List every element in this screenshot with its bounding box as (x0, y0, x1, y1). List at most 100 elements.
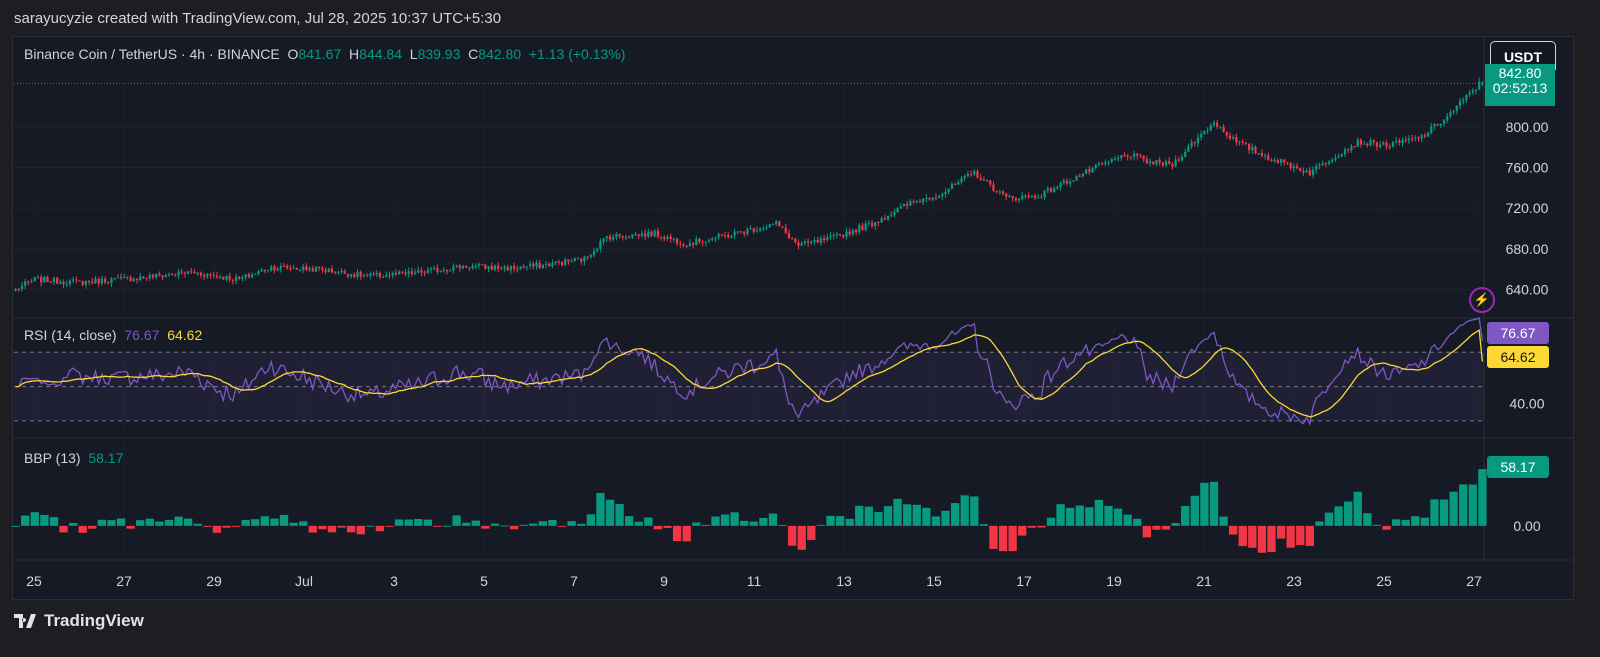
rsi-label[interactable]: RSI (14, close) (24, 327, 117, 343)
bbp-bar (212, 525, 222, 533)
candle (963, 176, 966, 179)
candle (142, 276, 145, 279)
candle (1078, 175, 1081, 177)
candle (500, 268, 503, 270)
bbp-bar (308, 525, 317, 533)
bbp-bar (1056, 504, 1065, 526)
candle (1238, 141, 1241, 143)
bbp-bar (136, 520, 145, 526)
candle (893, 212, 896, 216)
candle (465, 265, 468, 268)
candle (250, 274, 254, 278)
bbp-bar (625, 516, 634, 526)
tradingview-logo-icon (14, 614, 36, 628)
candle (733, 231, 736, 236)
candle (206, 274, 209, 277)
candle (481, 264, 484, 266)
candle (535, 262, 538, 267)
candle (618, 234, 621, 237)
bbp-bar (500, 525, 509, 527)
candle (487, 266, 490, 269)
candle (810, 241, 813, 243)
bbp-bar (1344, 501, 1353, 526)
candle (318, 266, 321, 269)
candle (1359, 139, 1363, 145)
candle (1449, 112, 1452, 117)
candle (302, 266, 305, 270)
bbp-bar (615, 504, 624, 526)
bbp-bar (711, 516, 720, 526)
candle (305, 266, 308, 270)
candle (612, 236, 615, 240)
candle (381, 276, 385, 278)
candle (1132, 153, 1136, 157)
low-value: 839.93 (417, 46, 461, 62)
candle (164, 275, 167, 278)
candle (1081, 173, 1085, 177)
candle (1062, 180, 1065, 183)
bbp-bar (826, 515, 835, 526)
bbp-bar (529, 523, 538, 526)
candle (1219, 126, 1222, 128)
candle (1315, 166, 1318, 170)
bbp-label[interactable]: BBP (13) (24, 450, 81, 466)
bbp-bar (394, 519, 404, 526)
candle (1216, 122, 1219, 127)
candle (244, 274, 247, 278)
candle (1232, 137, 1235, 139)
bbp-bar (1171, 522, 1180, 526)
candle (75, 279, 78, 281)
candle (950, 183, 954, 189)
candle (723, 235, 727, 237)
candle (813, 239, 816, 242)
candle (68, 280, 72, 285)
candle (417, 270, 420, 273)
candle (525, 266, 529, 268)
time-tick-label: 29 (206, 573, 222, 589)
bbp-bar (462, 522, 471, 526)
candle (298, 269, 302, 271)
candle (819, 238, 823, 243)
bbp-bar (126, 525, 135, 529)
candle (602, 238, 605, 242)
candle (372, 273, 375, 275)
candle (1465, 94, 1468, 100)
candle (158, 273, 161, 276)
bbp-bar (567, 521, 576, 526)
bbp-bar (1027, 525, 1036, 528)
bbp-bar (1296, 525, 1305, 546)
candle (56, 277, 59, 284)
bbp-bar (1066, 507, 1075, 526)
candle (1193, 142, 1196, 144)
candle (337, 272, 340, 274)
candle (922, 198, 925, 203)
candle (548, 263, 551, 267)
bbp-bar (21, 515, 30, 526)
candle (330, 268, 334, 273)
bbp-bar (1209, 481, 1219, 526)
candle (286, 266, 289, 269)
candle (1040, 197, 1043, 199)
candle (273, 266, 276, 271)
candle (730, 235, 733, 238)
candle (1407, 138, 1411, 141)
price-tick-label: 640.00 (1506, 282, 1549, 298)
bbp-bar (1018, 525, 1027, 536)
candle (791, 238, 794, 240)
chart-canvas[interactable]: 640.00 680.00 720.00 760.00 800.00 25 27 29 Jul 3… (0, 0, 1600, 657)
candle (640, 233, 644, 236)
candle (768, 224, 771, 228)
flash-icon[interactable]: ⚡ (1469, 287, 1495, 313)
rsi-legend: RSI (14, close) 76.67 64.62 (24, 327, 202, 343)
candle (985, 180, 989, 182)
candle (1388, 146, 1391, 148)
candle (1049, 188, 1053, 192)
candle (394, 272, 397, 275)
symbol-label[interactable]: Binance Coin / TetherUS · 4h · BINANCE (24, 46, 280, 62)
bbp-bar (1286, 525, 1295, 548)
bbp-bar (787, 525, 797, 546)
candle (30, 280, 33, 282)
candle (94, 278, 97, 284)
candle (135, 279, 139, 281)
bbp-bar (299, 521, 308, 526)
